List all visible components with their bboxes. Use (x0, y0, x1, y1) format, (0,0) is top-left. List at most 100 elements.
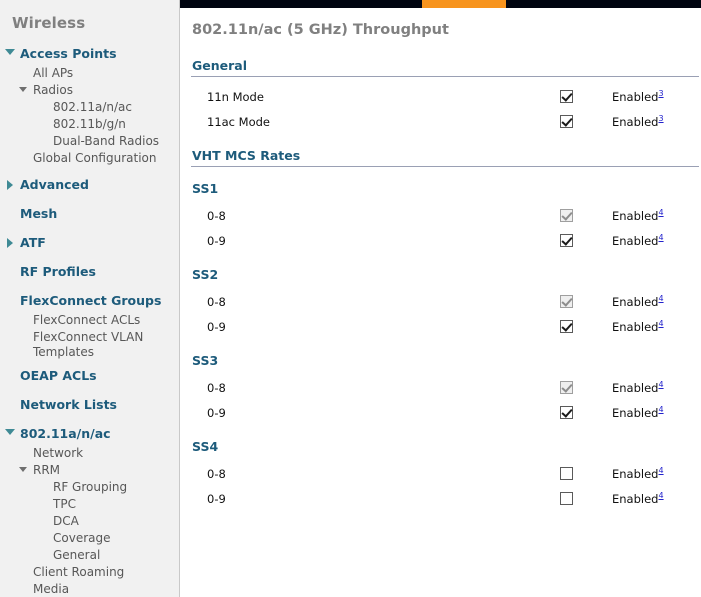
footnote-link[interactable]: 3 (658, 114, 663, 123)
setting-row: 11ac Mode Enabled 3 (180, 109, 701, 134)
settings-content: General 11n Mode Enabled 3 11ac Mode Enabled 3… (180, 38, 701, 511)
setting-row: 0-9 Enabled 4 (180, 314, 701, 339)
setting-row: 0-9 Enabled 4 (180, 400, 701, 425)
group-sub-gap (180, 454, 701, 461)
sidebar-item-802-11a-n-ac[interactable]: 802.11a/n/ac (0, 422, 179, 445)
chevron-down-icon[interactable] (13, 463, 33, 472)
sidebar-item-media[interactable]: Media (0, 581, 179, 597)
sidebar-item-access-points[interactable]: Access Points (0, 42, 179, 65)
setting-checkbox[interactable] (560, 467, 573, 480)
triangle-glyph (5, 49, 15, 55)
sidebar-item-label: Media (33, 582, 70, 596)
sidebar-item-label: All APs (33, 66, 74, 80)
sidebar-item-coverage[interactable]: Coverage (0, 530, 179, 547)
chevron-right-icon[interactable] (0, 235, 20, 248)
checkbox-cell (560, 90, 612, 103)
setting-checkbox[interactable] (560, 320, 573, 333)
stream-group-heading: SS1 (192, 181, 219, 196)
setting-row: 0-8 Enabled 4 (180, 203, 701, 228)
sidebar-item-label: RF Profiles (20, 264, 96, 279)
sidebar-item-label: 802.11a/n/ac (53, 100, 132, 114)
sidebar-item-flexconnect-groups[interactable]: FlexConnect Groups (0, 289, 179, 312)
checkbox-cell (560, 467, 612, 480)
sidebar-item-label: 802.11a/n/ac (20, 426, 111, 441)
setting-checkbox[interactable] (560, 234, 573, 247)
sidebar-item-flexconnect-acls[interactable]: FlexConnect ACLs (0, 312, 179, 329)
sidebar-item-all-aps[interactable]: All APs (0, 65, 179, 82)
active-tab-accent (422, 0, 506, 8)
footnote-link[interactable]: 3 (658, 89, 663, 98)
state-label: Enabled (612, 89, 659, 104)
sidebar-item-global-configuration[interactable]: Global Configuration (0, 150, 179, 167)
sidebar-item-label: Global Configuration (33, 151, 157, 165)
sidebar-item-atf[interactable]: ATF (0, 231, 179, 254)
setting-row: 0-9 Enabled 4 (180, 486, 701, 511)
page-title: 802.11n/ac (5 GHz) Throughput (192, 22, 449, 38)
setting-row: 11n Mode Enabled 3 (180, 84, 701, 109)
footnote-link[interactable]: 4 (658, 466, 663, 475)
sidebar-item-general[interactable]: General (0, 547, 179, 564)
stream-group-heading: SS3 (192, 353, 219, 368)
sidebar-item-rrm[interactable]: RRM (0, 462, 179, 479)
state-cell: Enabled 4 (612, 233, 664, 248)
sidebar-item-client-roaming[interactable]: Client Roaming (0, 564, 179, 581)
state-label: Enabled (612, 491, 659, 506)
top-bar (180, 0, 701, 8)
sidebar-item-label: FlexConnect Groups (20, 293, 162, 308)
footnote-link[interactable]: 4 (658, 319, 663, 328)
sidebar-item-network-lists[interactable]: Network Lists (0, 393, 179, 416)
sidebar-item-label: Mesh (20, 206, 58, 221)
sidebar-item-advanced[interactable]: Advanced (0, 173, 179, 196)
no-marker (13, 565, 33, 569)
setting-checkbox (560, 381, 573, 394)
setting-checkbox[interactable] (560, 115, 573, 128)
sidebar-item-802-11b-g-n[interactable]: 802.11b/g/n (0, 116, 179, 133)
sidebar-item-network[interactable]: Network (0, 445, 179, 462)
footnote-link[interactable]: 4 (658, 491, 663, 500)
sidebar-item-dual-band-radios[interactable]: Dual-Band Radios (0, 133, 179, 150)
footnote-link[interactable]: 4 (658, 208, 663, 217)
setting-row: 0-8 Enabled 4 (180, 375, 701, 400)
chevron-down-icon[interactable] (13, 83, 33, 92)
setting-checkbox (560, 295, 573, 308)
sidebar-item-mesh[interactable]: Mesh (0, 202, 179, 225)
state-label: Enabled (612, 233, 659, 248)
checkbox-cell (560, 209, 612, 222)
state-cell: Enabled 4 (612, 405, 664, 420)
footnote-link[interactable]: 4 (658, 380, 663, 389)
chevron-down-icon[interactable] (0, 426, 20, 435)
sidebar-item-tpc[interactable]: TPC (0, 496, 179, 513)
sidebar-item-oeap-acls[interactable]: OEAP ACLs (0, 364, 179, 387)
state-label: Enabled (612, 114, 659, 129)
group-sub-gap (180, 196, 701, 203)
footnote-link[interactable]: 4 (658, 233, 663, 242)
setting-checkbox[interactable] (560, 492, 573, 505)
state-cell: Enabled 4 (612, 380, 664, 395)
sidebar-item-label: Advanced (20, 177, 89, 192)
footnote-link[interactable]: 4 (658, 405, 663, 414)
sidebar-item-label: OEAP ACLs (20, 368, 97, 383)
setting-label: 0-9 (207, 319, 226, 334)
setting-label: 0-8 (207, 466, 226, 481)
triangle-glyph (5, 429, 15, 435)
sidebar-item-rf-profiles[interactable]: RF Profiles (0, 260, 179, 283)
sidebar-item-label: TPC (53, 497, 76, 511)
setting-label: 0-9 (207, 405, 226, 420)
sidebar-item-dca[interactable]: DCA (0, 513, 179, 530)
sidebar-item-flexconnect-vlan-templates[interactable]: FlexConnect VLAN Templates (0, 329, 179, 361)
sidebar-item-802-11a-n-ac[interactable]: 802.11a/n/ac (0, 99, 179, 116)
sidebar-item-radios[interactable]: Radios (0, 82, 179, 99)
setting-checkbox[interactable] (560, 90, 573, 103)
setting-label: 0-8 (207, 208, 226, 223)
group-gap (180, 77, 701, 84)
chevron-right-icon[interactable] (0, 177, 20, 190)
chevron-down-icon[interactable] (0, 46, 20, 55)
footnote-link[interactable]: 4 (658, 294, 663, 303)
setting-checkbox[interactable] (560, 406, 573, 419)
sidebar-item-rf-grouping[interactable]: RF Grouping (0, 479, 179, 496)
sidebar-item-label: DCA (53, 514, 79, 528)
sidebar-item-label: FlexConnect ACLs (33, 313, 141, 327)
setting-label: 0-9 (207, 491, 226, 506)
checkbox-cell (560, 115, 612, 128)
